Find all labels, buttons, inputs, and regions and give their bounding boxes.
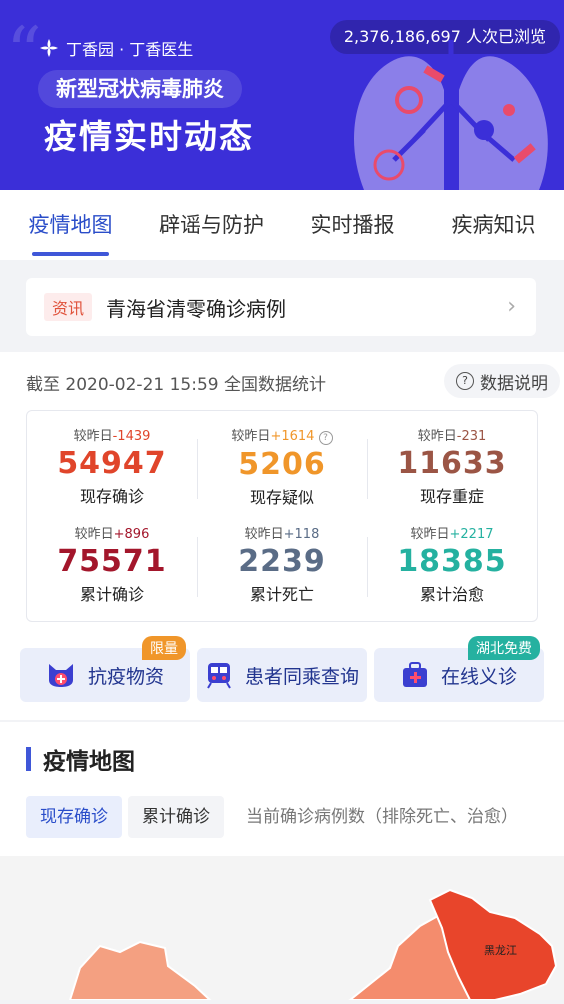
news-headline: 青海省清零确诊病例: [106, 296, 287, 321]
supplies-button[interactable]: 抗疫物资 限量: [20, 636, 190, 702]
stat-compare: 较昨日-1439: [73, 429, 151, 444]
tab-bar: 疫情地图 辟谣与防护 实时播报 疾病知识: [0, 190, 564, 260]
news-tag: 资讯: [44, 293, 93, 321]
supplies-label: 抗疫物资: [87, 665, 164, 688]
stat-value: 11633: [397, 446, 507, 481]
stat-value: 2239: [238, 544, 326, 579]
filter-current-confirmed[interactable]: 现存确诊: [26, 796, 122, 838]
train-icon: [207, 663, 231, 689]
china-map[interactable]: 黑龙江: [0, 856, 564, 1001]
filter-total-confirmed[interactable]: 累计确诊: [128, 796, 224, 838]
data-explanation-label: 数据说明: [480, 373, 548, 394]
quick-actions: 抗疫物资 限量 患者同乘查询 在线义诊 湖北免费: [20, 636, 544, 702]
stat-total-recovered: 较昨日+2217 18385 累计治愈: [367, 523, 537, 605]
map-region-west: [68, 940, 213, 1001]
online-consult-button[interactable]: 在线义诊 湖北免费: [374, 636, 544, 702]
stats-card: 较昨日-1439 54947 现存确诊 较昨日+1614 ? 5206 现存疑似…: [26, 410, 538, 622]
medical-kit-icon: [402, 662, 427, 687]
stat-compare: 较昨日+896: [74, 527, 150, 542]
clove-flower-icon: [40, 39, 58, 57]
tab-live-updates[interactable]: 实时播报: [282, 190, 423, 260]
stat-label: 现存确诊: [79, 487, 144, 506]
patient-transit-label: 患者同乘查询: [244, 665, 359, 688]
info-icon[interactable]: ?: [318, 431, 333, 445]
news-notice[interactable]: 资讯 青海省清零确诊病例 ›: [26, 278, 536, 336]
stat-value: 54947: [57, 446, 167, 481]
stat-current-confirmed: 较昨日-1439 54947 现存确诊: [27, 425, 197, 507]
brand-logo: 丁香园 · 丁香医生: [38, 36, 193, 60]
lungs-illustration: [354, 40, 548, 190]
map-section: 疫情地图 现存确诊 累计确诊 当前确诊病例数（排除死亡、治愈）: [0, 722, 564, 856]
stat-compare: 较昨日+2217: [410, 527, 494, 542]
cat-face-icon: [48, 664, 73, 687]
stat-current-suspected: 较昨日+1614 ? 5206 现存疑似: [197, 425, 367, 508]
stat-label: 现存重症: [419, 487, 484, 506]
chevron-right-icon: ›: [507, 294, 516, 319]
quote-decoration: “: [6, 12, 42, 94]
stat-label: 累计治愈: [419, 585, 484, 604]
stat-compare: 较昨日+118: [244, 527, 320, 542]
stat-current-severe: 较昨日-231 11633 现存重症: [367, 425, 537, 507]
stat-total-confirmed: 较昨日+896 75571 累计确诊: [27, 523, 197, 605]
stat-compare: 较昨日-231: [417, 429, 487, 444]
province-label-heilongjiang: 黑龙江: [484, 944, 517, 957]
data-explanation-button[interactable]: ? 数据说明: [444, 364, 560, 398]
stat-value: 18385: [397, 544, 507, 579]
help-icon: ?: [456, 372, 474, 390]
stats-timestamp: 截至 2020-02-21 15:59 全国数据统计: [26, 375, 326, 395]
stat-value: 5206: [238, 447, 326, 482]
tab-disease-knowledge[interactable]: 疾病知识: [423, 190, 564, 260]
page-title: 疫情实时动态: [44, 117, 254, 156]
online-consult-label: 在线义诊: [440, 665, 517, 688]
page-subtitle: 新型冠状病毒肺炎: [38, 70, 242, 108]
stat-compare: 较昨日+1614 ?: [197, 425, 367, 445]
map-title-text: 疫情地图: [43, 749, 135, 775]
stat-label: 累计死亡: [249, 585, 314, 604]
limited-badge: 限量: [142, 636, 186, 660]
patient-transit-button[interactable]: 患者同乘查询: [197, 648, 367, 702]
brand-text: 丁香园 · 丁香医生: [66, 40, 194, 59]
map-title: 疫情地图: [26, 742, 135, 776]
header-banner: “ 丁香园 · 丁香医生 2,376,186,697 人次已浏览 新型冠状病毒肺…: [0, 0, 564, 190]
tab-epidemic-map[interactable]: 疫情地图: [0, 190, 141, 260]
hubei-free-badge: 湖北免费: [468, 636, 540, 660]
stat-label: 累计确诊: [79, 585, 144, 604]
stat-total-deaths: 较昨日+118 2239 累计死亡: [197, 523, 367, 605]
stat-value: 75571: [57, 544, 167, 579]
map-svg: 黑龙江: [68, 888, 558, 1001]
stat-label: 现存疑似: [249, 488, 314, 507]
map-description: 当前确诊病例数（排除死亡、治愈）: [246, 807, 518, 827]
title-accent-bar: [26, 747, 31, 771]
tab-rumors-protection[interactable]: 辟谣与防护: [141, 190, 282, 260]
